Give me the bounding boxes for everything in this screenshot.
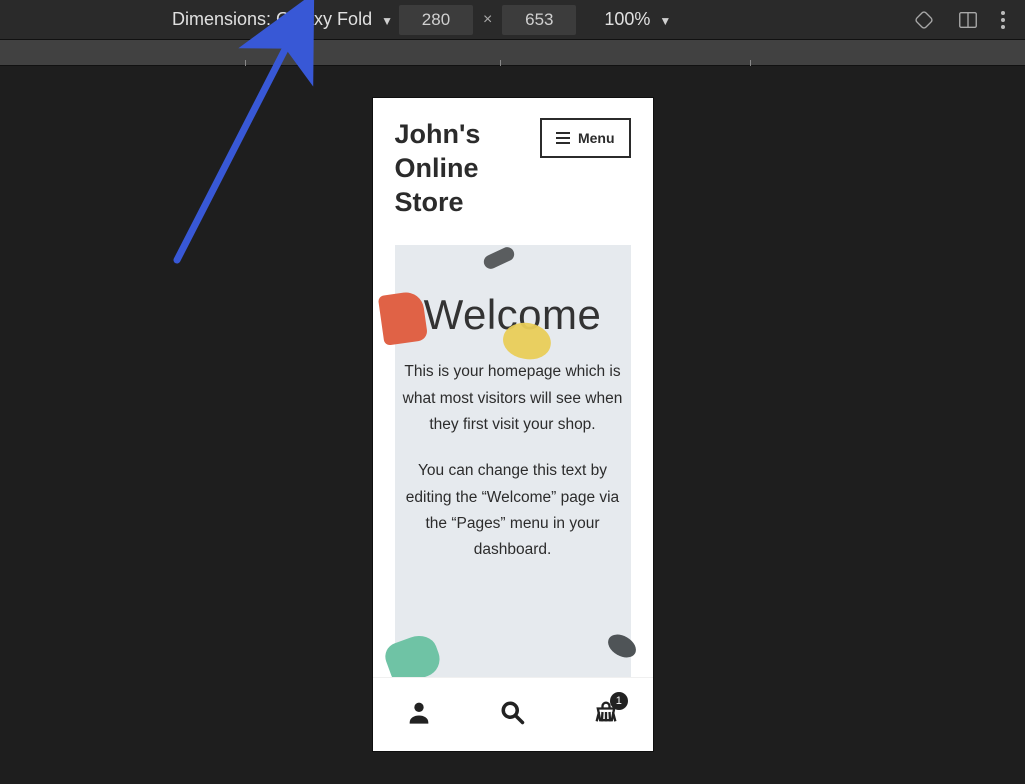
- site-title: John's Online Store: [395, 118, 535, 219]
- device-dimensions-label: Dimensions: Galaxy Fold: [172, 9, 372, 29]
- sunglasses-icon: [481, 245, 516, 271]
- menu-button-label: Menu: [578, 130, 615, 146]
- dimension-separator: ×: [483, 11, 492, 29]
- hero-section: Welcome This is your homepage which is w…: [395, 245, 631, 751]
- device-height-input[interactable]: [502, 5, 576, 35]
- hamburger-icon: [556, 132, 570, 144]
- device-preview-area: John's Online Store Menu Welcome This is…: [0, 66, 1025, 751]
- ruler-strip: [0, 40, 1025, 66]
- rotate-icon[interactable]: [913, 9, 935, 31]
- more-options-icon[interactable]: [1001, 11, 1005, 29]
- site-header: John's Online Store Menu: [373, 98, 653, 229]
- cart-badge: 1: [610, 692, 628, 710]
- bottom-nav: 1: [373, 677, 653, 751]
- device-frame: John's Online Store Menu Welcome This is…: [373, 98, 653, 751]
- zoom-dropdown[interactable]: 100% ▼: [604, 9, 671, 30]
- cart-icon[interactable]: 1: [592, 698, 620, 731]
- chevron-down-icon: ▼: [381, 14, 393, 28]
- dual-screen-icon[interactable]: [957, 9, 979, 31]
- hero-paragraph-1: This is your homepage which is what most…: [401, 359, 625, 438]
- device-dimensions-dropdown[interactable]: Dimensions: Galaxy Fold ▼: [172, 9, 393, 30]
- devtools-toolbar: Dimensions: Galaxy Fold ▼ × 100% ▼: [0, 0, 1025, 40]
- zoom-value: 100%: [604, 9, 650, 29]
- account-icon[interactable]: [405, 698, 433, 731]
- search-icon[interactable]: [498, 698, 526, 731]
- hero-paragraph-2: You can change this text by editing the …: [401, 458, 625, 563]
- chevron-down-icon: ▼: [659, 14, 671, 28]
- shirt-icon: [377, 290, 428, 346]
- menu-button[interactable]: Menu: [540, 118, 631, 158]
- device-width-input[interactable]: [399, 5, 473, 35]
- sunglasses-icon: [604, 629, 640, 661]
